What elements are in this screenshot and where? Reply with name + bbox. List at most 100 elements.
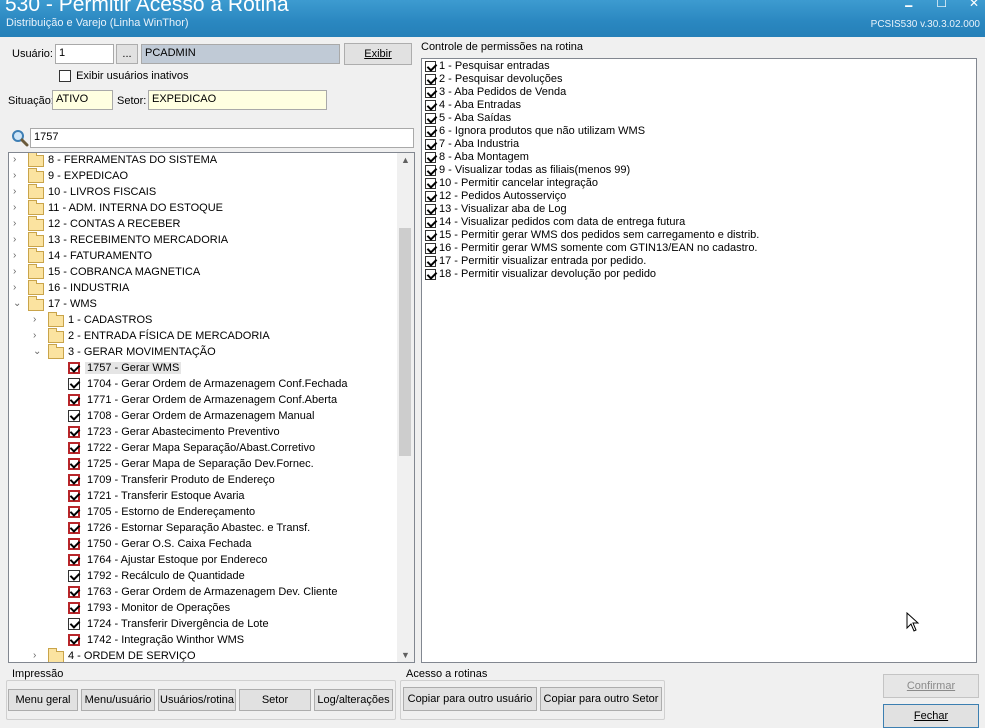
routine-checkbox[interactable] [68,426,80,438]
routine-checkbox[interactable] [68,378,80,390]
tree-row[interactable]: 1723 - Gerar Abastecimento Preventivo [9,425,397,441]
situation-field[interactable]: ATIVO [52,90,113,110]
tree-row-label[interactable]: 1 - CADASTROS [68,314,152,326]
routine-label[interactable]: 1704 - Gerar Ordem de Armazenagem Conf.F… [87,378,347,390]
tree-row-label[interactable]: 14 - FATURAMENTO [48,250,152,262]
tree-row[interactable]: › 8 - FERRAMENTAS DO SISTEMA [9,153,397,169]
routine-checkbox[interactable] [68,442,80,454]
close-button[interactable]: Fechar [883,704,979,728]
permission-checkbox[interactable] [425,269,436,280]
tree-row[interactable]: › 15 - COBRANCA MAGNETICA [9,264,397,281]
routine-label[interactable]: 1742 - Integração Winthor WMS [87,634,244,646]
routine-checkbox[interactable] [68,634,80,646]
tree-row[interactable]: ⌄ 3 - GERAR MOVIMENTAÇÃO [9,344,397,361]
permission-item[interactable]: 7 - Aba Industria [425,138,519,151]
show-inactive-checkbox[interactable]: Exibir usuários inativos [59,70,189,83]
tree-row-label[interactable]: 9 - EXPEDICAO [48,170,128,182]
tree-row[interactable]: › 16 - INDUSTRIA [9,280,397,297]
tree-row[interactable]: 1705 - Estorno de Endereçamento [9,505,397,521]
routine-checkbox[interactable] [68,538,80,550]
tree-row-label[interactable]: 12 - CONTAS A RECEBER [48,218,180,230]
tree-row[interactable]: › 9 - EXPEDICAO [9,168,397,185]
copy-user-button[interactable]: Copiar para outro usuário [403,687,537,711]
expand-arrow-icon[interactable]: › [13,282,23,293]
routine-checkbox[interactable] [68,602,80,614]
permission-item[interactable]: 12 - Pedidos Autosserviço [425,190,566,203]
permission-checkbox[interactable] [425,230,436,241]
user-lookup-button[interactable]: ... [116,44,138,64]
routine-tree[interactable]: › 8 - FERRAMENTAS DO SISTEMA › 9 - EXPEDICA… [8,152,415,663]
permission-checkbox[interactable] [425,61,436,72]
routine-label[interactable]: 1723 - Gerar Abastecimento Preventivo [87,426,280,438]
tree-row-label[interactable]: 15 - COBRANCA MAGNETICA [48,266,200,278]
tree-row[interactable]: 1721 - Transferir Estoque Avaria [9,489,397,505]
routine-label[interactable]: 1705 - Estorno de Endereçamento [87,506,255,518]
permission-item[interactable]: 3 - Aba Pedidos de Venda [425,86,566,99]
permission-item[interactable]: 15 - Permitir gerar WMS dos pedidos sem … [425,229,759,242]
tree-row[interactable]: ⌄ 17 - WMS [9,296,397,313]
tree-row[interactable]: 1750 - Gerar O.S. Caixa Fechada [9,537,397,553]
expand-arrow-icon[interactable]: › [13,170,23,181]
permission-item[interactable]: 14 - Visualizar pedidos com data de entr… [425,216,685,229]
expand-arrow-icon[interactable]: › [13,186,23,197]
tree-row-label[interactable]: 11 - ADM. INTERNA DO ESTOQUE [48,202,223,214]
permission-item[interactable]: 5 - Aba Saídas [425,112,511,125]
routine-checkbox[interactable] [68,410,80,422]
tree-row[interactable]: 1763 - Gerar Ordem de Armazenagem Dev. C… [9,585,397,601]
tree-row-label[interactable]: 2 - ENTRADA FÍSICA DE MERCADORIA [68,330,270,342]
tree-row-label[interactable]: 8 - FERRAMENTAS DO SISTEMA [48,154,217,166]
expand-arrow-icon[interactable]: › [33,314,43,325]
routine-label[interactable]: 1708 - Gerar Ordem de Armazenagem Manual [87,410,314,422]
routine-label[interactable]: 1750 - Gerar O.S. Caixa Fechada [87,538,251,550]
routine-label[interactable]: 1722 - Gerar Mapa Separação/Abast.Corret… [87,442,315,454]
routine-label[interactable]: 1709 - Transferir Produto de Endereço [87,474,275,486]
routine-label[interactable]: 1764 - Ajustar Estoque por Endereco [87,554,267,566]
expand-arrow-icon[interactable]: › [33,650,43,661]
scroll-thumb[interactable] [399,228,411,456]
permission-checkbox[interactable] [425,243,436,254]
permission-item[interactable]: 6 - Ignora produtos que não utilizam WMS [425,125,645,138]
permission-item[interactable]: 8 - Aba Montagem [425,151,529,164]
permission-checkbox[interactable] [425,256,436,267]
tree-row[interactable]: 1724 - Transferir Divergência de Lote [9,617,397,633]
tree-scrollbar[interactable]: ▲ ▼ [397,153,414,662]
routine-label[interactable]: 1771 - Gerar Ordem de Armazenagem Conf.A… [87,394,337,406]
permission-checkbox[interactable] [425,139,436,150]
permission-checkbox[interactable] [425,191,436,202]
permission-checkbox[interactable] [425,152,436,163]
tree-row[interactable]: 1725 - Gerar Mapa de Separação Dev.Forne… [9,457,397,473]
tree-row[interactable]: 1792 - Recálculo de Quantidade [9,569,397,585]
scroll-up-icon[interactable]: ▲ [401,155,410,165]
expand-arrow-icon[interactable]: › [13,218,23,229]
tree-row-label[interactable]: 4 - ORDEM DE SERVIÇO [68,650,196,662]
routine-checkbox[interactable] [68,618,80,630]
routine-checkbox[interactable] [68,362,80,374]
tree-row[interactable]: › 10 - LIVROS FISCAIS [9,184,397,201]
permission-item[interactable]: 9 - Visualizar todas as filiais(menos 99… [425,164,630,177]
setor-button[interactable]: Setor [239,689,311,711]
collapse-arrow-icon[interactable]: ⌄ [13,298,23,309]
tree-row-label[interactable]: 10 - LIVROS FISCAIS [48,186,156,198]
routine-checkbox[interactable] [68,586,80,598]
permission-item[interactable]: 13 - Visualizar aba de Log [425,203,567,216]
tree-row[interactable]: 1742 - Integração Winthor WMS [9,633,397,649]
close-icon[interactable]: ✕ [969,0,979,10]
tree-row[interactable]: 1709 - Transferir Produto de Endereço [9,473,397,489]
routine-checkbox[interactable] [68,490,80,502]
tree-row[interactable]: 1793 - Monitor de Operações [9,601,397,617]
tree-row[interactable]: › 4 - ORDEM DE SERVIÇO [9,648,397,662]
maximize-icon[interactable]: ☐ [936,0,947,10]
permission-checkbox[interactable] [425,126,436,137]
copy-sector-button[interactable]: Copiar para outro Setor [540,687,662,711]
show-button[interactable]: Exibir [344,43,412,65]
tree-row[interactable]: › 11 - ADM. INTERNA DO ESTOQUE [9,200,397,217]
routine-checkbox[interactable] [68,554,80,566]
routine-checkbox[interactable] [68,394,80,406]
search-input[interactable]: 1757 [30,128,414,148]
tree-row[interactable]: 1764 - Ajustar Estoque por Endereco [9,553,397,569]
tree-row[interactable]: › 1 - CADASTROS [9,312,397,329]
routine-checkbox[interactable] [68,522,80,534]
permission-checkbox[interactable] [425,113,436,124]
expand-arrow-icon[interactable]: › [13,234,23,245]
permission-checkbox[interactable] [425,165,436,176]
